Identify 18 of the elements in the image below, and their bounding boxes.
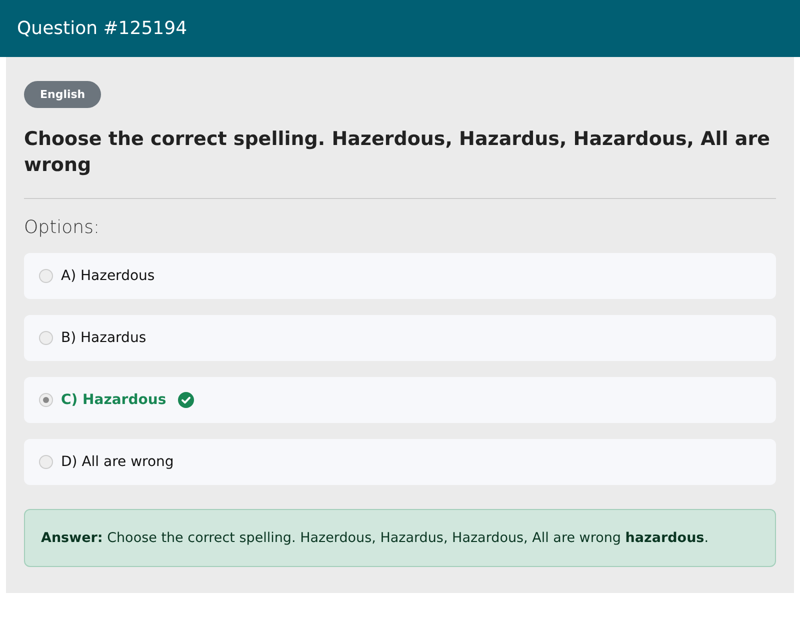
option-label: A) Hazerdous	[61, 268, 155, 284]
option-row[interactable]: D) All are wrong	[24, 439, 776, 485]
answer-text: Answer: Choose the correct spelling. Hazerdous, Hazardus, Hazardous, All are wrong hazardous.	[41, 530, 710, 546]
radio-button[interactable]	[39, 455, 53, 469]
language-badge: English	[24, 81, 102, 108]
option-label: B) Hazardus	[61, 330, 146, 346]
radio-button[interactable]	[39, 393, 53, 407]
question-text: Choose the correct spelling. Hazerdous, Hazardus, Hazardous, All are wrong	[24, 127, 772, 178]
check-icon	[178, 392, 194, 408]
question-number: Question #125194	[17, 18, 188, 39]
option-label: C) Hazardous	[61, 392, 166, 408]
option-label: D) All are wrong	[61, 454, 174, 470]
radio-button[interactable]	[39, 269, 53, 283]
option-row[interactable]: C) Hazardous	[24, 377, 776, 423]
option-row[interactable]: B) Hazardus	[24, 315, 776, 361]
option-row[interactable]: A) Hazerdous	[24, 253, 776, 299]
radio-button[interactable]	[39, 331, 53, 345]
options-label: Options:	[24, 217, 100, 238]
